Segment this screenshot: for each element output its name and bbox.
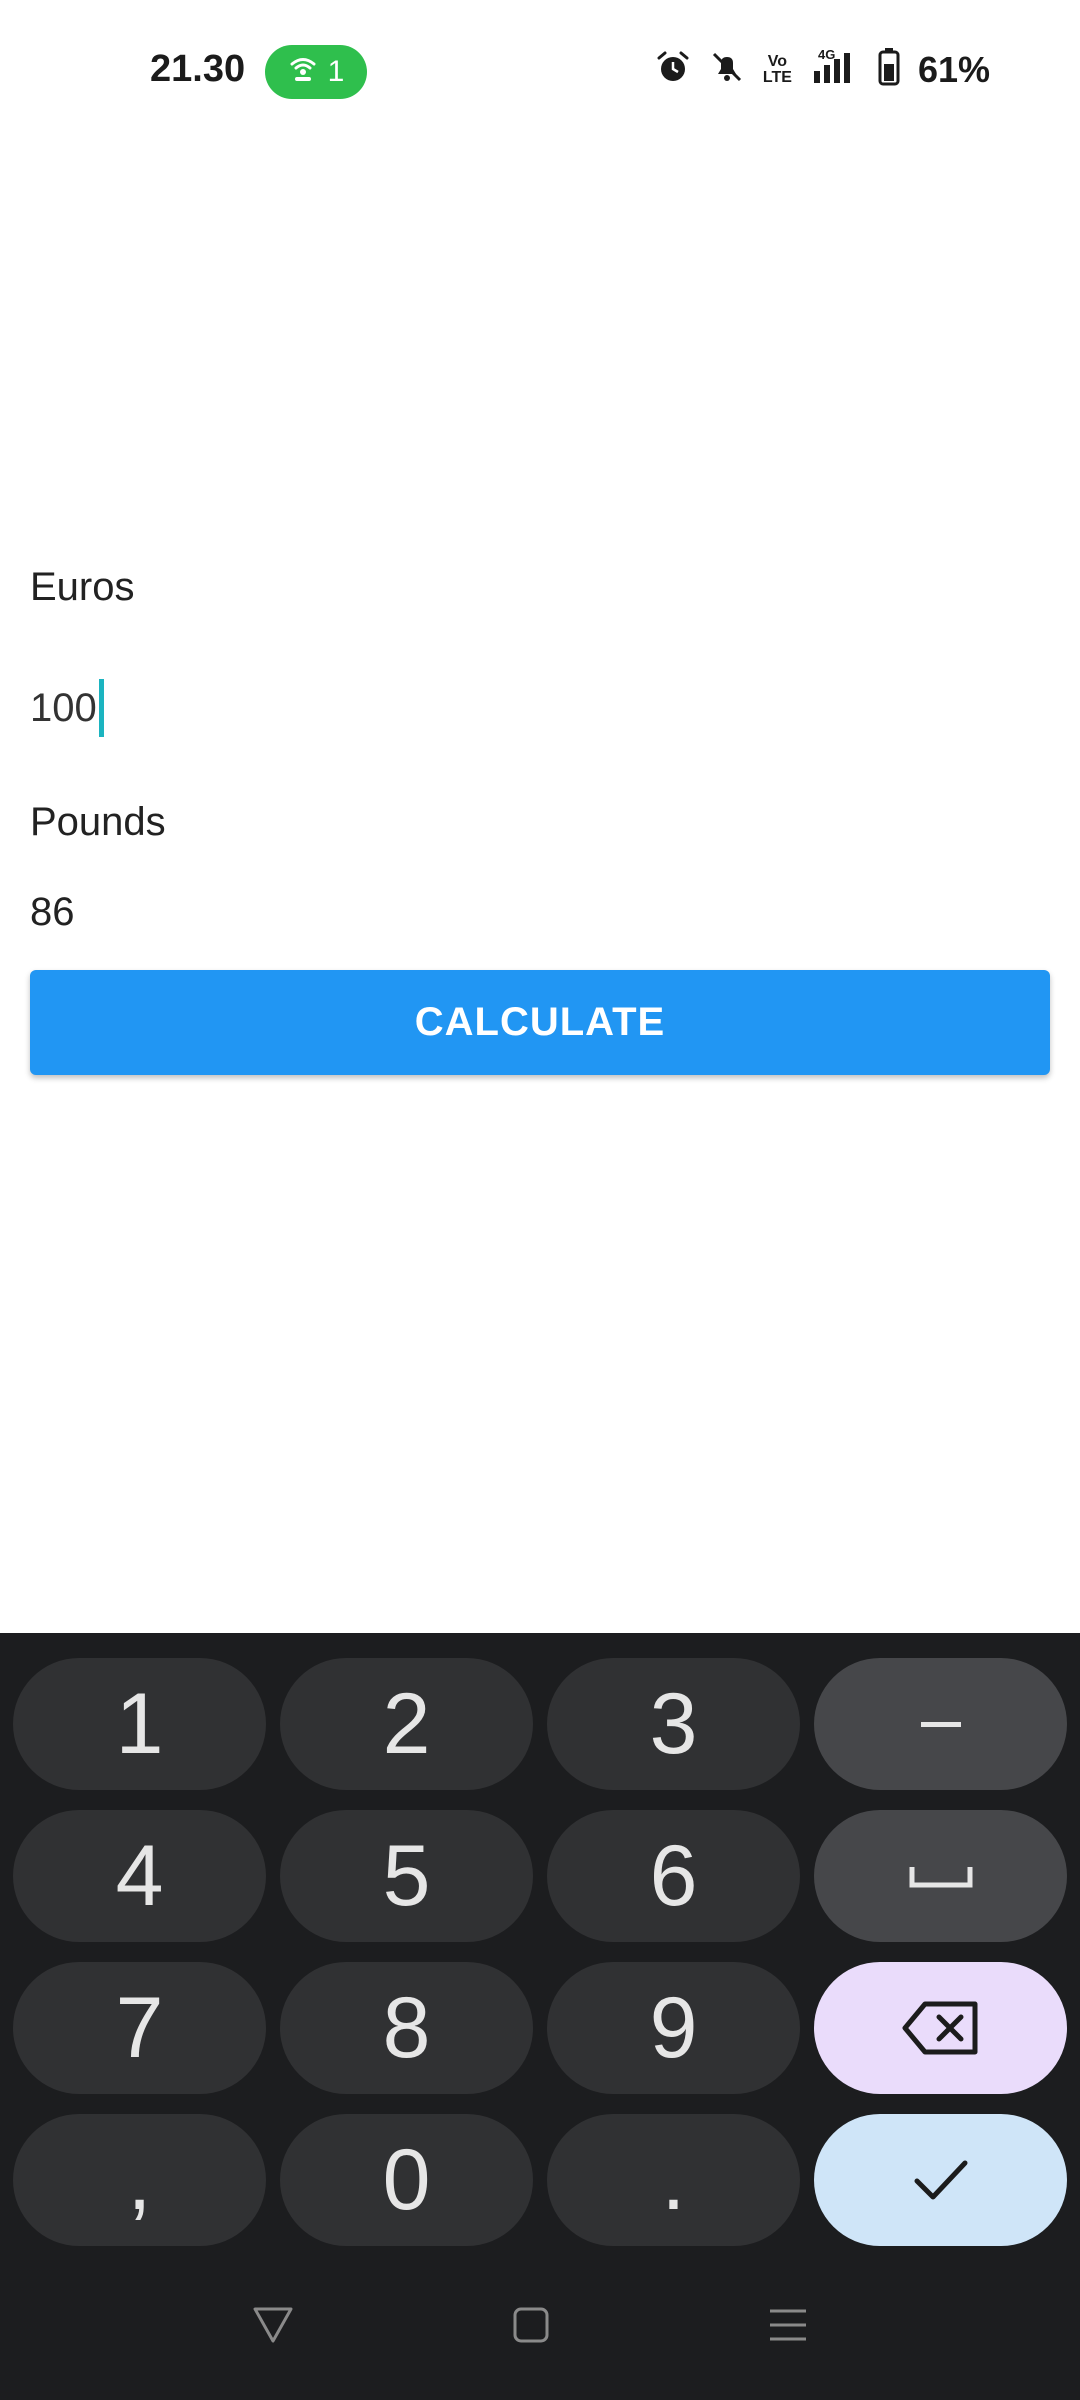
key-1[interactable]: 1 (13, 1658, 266, 1790)
hotspot-icon (288, 53, 318, 91)
status-time: 21.30 (150, 48, 246, 90)
text-cursor (98, 679, 104, 737)
euros-input-value: 100 (30, 685, 97, 730)
key-backspace[interactable] (814, 1962, 1067, 2094)
key-3[interactable]: 3 (547, 1658, 800, 1790)
key-2[interactable]: 2 (280, 1658, 533, 1790)
space-icon (909, 1867, 972, 1888)
key-5[interactable]: 5 (280, 1810, 533, 1942)
back-icon[interactable] (243, 2295, 303, 2355)
battery-percentage: 61% (917, 48, 990, 90)
calculate-button[interactable]: CALCULATE (30, 970, 1050, 1075)
hotspot-count: 1 (327, 55, 345, 88)
key-6[interactable]: 6 (547, 1810, 800, 1942)
battery-icon (878, 48, 900, 91)
minus-icon (920, 1722, 961, 1727)
euros-label: Euros (30, 565, 135, 609)
pounds-result: 86 (30, 890, 75, 934)
key-9[interactable]: 9 (547, 1962, 800, 2094)
home-icon[interactable] (501, 2295, 561, 2355)
recents-menu-icon[interactable] (758, 2295, 818, 2355)
alarm-icon (655, 49, 691, 90)
key-minus[interactable] (814, 1658, 1067, 1790)
numeric-keyboard: 1 2 3 4 5 6 7 8 9 , 0 . (0, 1633, 1080, 2400)
key-space[interactable] (814, 1810, 1067, 1942)
key-done[interactable] (814, 2114, 1067, 2246)
key-0[interactable]: 0 (280, 2114, 533, 2246)
key-comma[interactable]: , (13, 2114, 266, 2246)
backspace-icon (902, 2001, 977, 2055)
key-period[interactable]: . (547, 2114, 800, 2246)
silent-bell-icon (709, 49, 745, 90)
key-8[interactable]: 8 (280, 1962, 533, 2094)
pounds-label: Pounds (30, 800, 166, 844)
volte-indicator: Vo LTE (762, 52, 792, 86)
navigation-bar (0, 2255, 1080, 2400)
key-7[interactable]: 7 (13, 1962, 266, 2094)
euros-input[interactable]: 100 (30, 679, 1030, 737)
svg-text:4G: 4G (818, 49, 835, 62)
signal-icon: 4G (810, 47, 860, 90)
checkmark-icon (914, 2160, 967, 2200)
hotspot-indicator[interactable]: 1 (265, 45, 367, 99)
key-4[interactable]: 4 (13, 1810, 266, 1942)
status-bar: 21.30 1 Vo LTE 4G 61% (0, 0, 1080, 140)
